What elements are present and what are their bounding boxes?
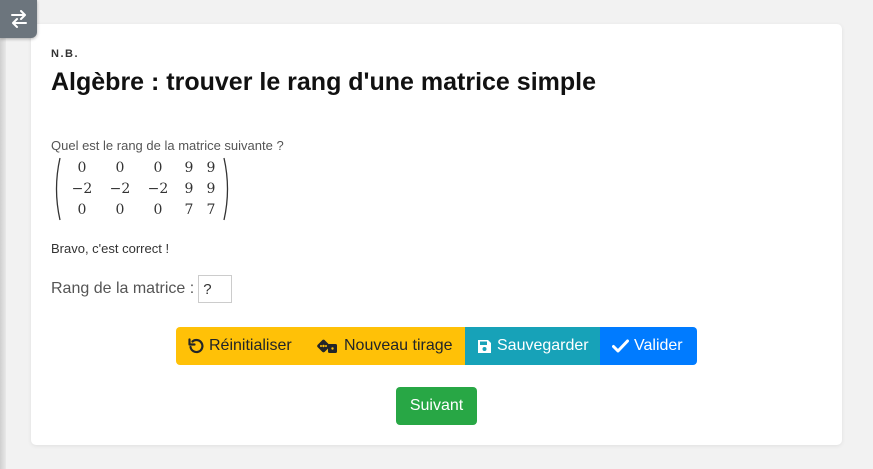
rank-answer-row: Rang de la matrice : xyxy=(51,275,233,303)
eyebrow-label: N.B. xyxy=(51,48,79,60)
matrix-cell: −2 xyxy=(109,180,131,197)
floppy-disk-icon xyxy=(477,339,492,354)
question-text: Quel est le rang de la matrice suivante … xyxy=(51,138,284,153)
new-draw-button[interactable]: Nouveau tirage xyxy=(305,327,465,365)
right-parenthesis xyxy=(223,157,229,221)
matrix-cell: 0 xyxy=(77,159,87,176)
matrix-cell: 0 xyxy=(115,201,125,218)
new-draw-button-label: Nouveau tirage xyxy=(344,337,453,354)
matrix: 0 0 0 9 9 −2 −2 −2 9 9 0 0 0 7 7 xyxy=(53,157,231,221)
exercise-card: N.B. Algèbre : trouver le rang d'une mat… xyxy=(31,24,842,445)
reset-button[interactable]: Réinitialiser xyxy=(176,327,305,365)
sidebar-edge xyxy=(0,38,6,469)
checkmark-icon xyxy=(612,339,629,353)
rank-input[interactable] xyxy=(198,275,233,303)
save-button-label: Sauvegarder xyxy=(497,337,589,354)
undo-icon xyxy=(188,338,204,354)
matrix-cell: 9 xyxy=(206,180,216,197)
matrix-cell: 0 xyxy=(115,159,125,176)
action-button-group: Réinitialiser Nouveau tirage Sauvegarder… xyxy=(176,327,697,365)
matrix-cell: 0 xyxy=(153,159,163,176)
matrix-cell: 9 xyxy=(206,159,216,176)
matrix-cell: −2 xyxy=(147,180,169,197)
matrix-cell: −2 xyxy=(71,180,93,197)
matrix-grid: 0 0 0 9 9 −2 −2 −2 9 9 0 0 0 7 7 xyxy=(61,157,223,221)
validate-button[interactable]: Valider xyxy=(600,327,697,365)
matrix-cell: 0 xyxy=(153,201,163,218)
matrix-cell: 7 xyxy=(184,201,194,218)
matrix-cell: 0 xyxy=(77,201,87,218)
reset-button-label: Réinitialiser xyxy=(209,337,292,354)
swap-arrows-icon xyxy=(9,10,29,28)
rank-label: Rang de la matrice : xyxy=(51,280,195,297)
validate-button-label: Valider xyxy=(634,337,683,354)
page-title: Algèbre : trouver le rang d'une matrice … xyxy=(51,68,596,96)
matrix-cell: 7 xyxy=(206,201,216,218)
save-button[interactable]: Sauvegarder xyxy=(465,327,600,365)
matrix-cell: 9 xyxy=(184,180,194,197)
left-parenthesis xyxy=(55,157,61,221)
matrix-cell: 9 xyxy=(184,159,194,176)
dice-icon xyxy=(317,338,339,354)
next-button[interactable]: Suivant xyxy=(396,387,477,425)
feedback-message: Bravo, c'est correct ! xyxy=(51,241,170,256)
sidebar-toggle-button[interactable] xyxy=(0,0,37,38)
next-button-label: Suivant xyxy=(409,397,464,414)
